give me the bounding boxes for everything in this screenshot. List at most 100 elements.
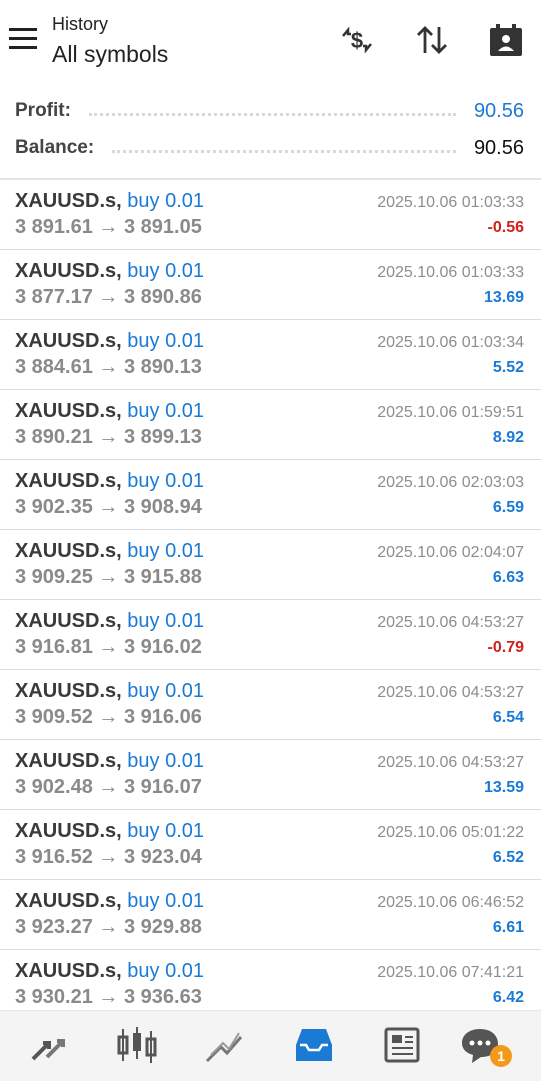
deal-row[interactable]: XAUUSD.s, buy 0.01 3 923.27 → 3 929.88 202… (0, 880, 541, 950)
symbol-name: XAUUSD.s, (15, 260, 122, 282)
symbol-name: XAUUSD.s, (15, 680, 122, 702)
deal-profit: -0.56 (487, 219, 524, 236)
deal-symbol: XAUUSD.s, buy 0.01 (15, 400, 204, 423)
deal-side: buy 0.01 (127, 330, 204, 352)
balance-value: 90.56 (473, 136, 524, 159)
arrow: → (98, 286, 119, 308)
balance-label: Balance: (15, 137, 95, 158)
candlestick-chart-icon[interactable] (115, 1025, 159, 1065)
arrow: → (98, 916, 119, 938)
deal-side: buy 0.01 (127, 470, 204, 492)
dotted-leader (112, 149, 456, 153)
calendar-period-icon[interactable] (488, 22, 524, 58)
symbol-name: XAUUSD.s, (15, 540, 122, 562)
open-price: 3 890.21 (15, 426, 93, 448)
deal-symbol: XAUUSD.s, buy 0.01 (15, 610, 204, 633)
deal-time: 2025.10.06 02:03:03 (377, 474, 524, 491)
deal-time: 2025.10.06 01:59:51 (377, 404, 524, 421)
deal-profit: 6.54 (492, 709, 524, 726)
deal-time: 2025.10.06 07:41:21 (377, 964, 524, 981)
open-price: 3 902.48 (15, 776, 93, 798)
arrow: → (98, 636, 119, 658)
close-price: 3 908.94 (123, 496, 202, 518)
deal-time: 2025.10.06 04:53:27 (377, 614, 524, 631)
profit-label: Profit: (15, 100, 71, 121)
deal-row[interactable]: XAUUSD.s, buy 0.01 3 902.35 → 3 908.94 202… (0, 460, 541, 530)
deal-row[interactable]: XAUUSD.s, buy 0.01 3 902.48 → 3 916.07 202… (0, 740, 541, 810)
deal-profit: 6.61 (492, 919, 524, 936)
messages-icon[interactable]: 1 (460, 1025, 512, 1067)
news-icon[interactable] (380, 1025, 424, 1065)
close-price: 3 890.86 (123, 286, 202, 308)
deal-row[interactable]: XAUUSD.s, buy 0.01 3 877.17 → 3 890.86 202… (0, 250, 541, 320)
deal-side: buy 0.01 (127, 610, 204, 632)
currency-exchange-icon[interactable]: $ (339, 22, 375, 58)
deal-symbol: XAUUSD.s, buy 0.01 (15, 890, 204, 913)
deal-row[interactable]: XAUUSD.s, buy 0.01 3 884.61 → 3 890.13 202… (0, 320, 541, 390)
close-price: 3 916.07 (123, 776, 202, 798)
open-price: 3 902.35 (15, 496, 93, 518)
deal-prices: 3 891.61 → 3 891.05 (15, 216, 202, 239)
history-tray-icon[interactable] (292, 1025, 336, 1065)
deal-row[interactable]: XAUUSD.s, buy 0.01 3 909.52 → 3 916.06 202… (0, 670, 541, 740)
open-price: 3 909.25 (15, 566, 93, 588)
deal-symbol: XAUUSD.s, buy 0.01 (15, 750, 204, 773)
symbol-name: XAUUSD.s, (15, 400, 122, 422)
deal-row[interactable]: XAUUSD.s, buy 0.01 3 930.21 → 3 936.63 202… (0, 950, 541, 1010)
deal-row[interactable]: XAUUSD.s, buy 0.01 3 909.25 → 3 915.88 202… (0, 530, 541, 600)
deal-side: buy 0.01 (127, 820, 204, 842)
symbol-name: XAUUSD.s, (15, 330, 122, 352)
deal-row[interactable]: XAUUSD.s, buy 0.01 3 890.21 → 3 899.13 202… (0, 390, 541, 460)
deal-prices: 3 909.25 → 3 915.88 (15, 566, 202, 589)
deal-time: 2025.10.06 02:04:07 (377, 544, 524, 561)
symbol-name: XAUUSD.s, (15, 610, 122, 632)
arrow: → (98, 356, 119, 378)
deal-row[interactable]: XAUUSD.s, buy 0.01 3 891.61 → 3 891.05 202… (0, 180, 541, 250)
header-subtitle: History (52, 14, 109, 34)
close-price: 3 936.63 (123, 986, 202, 1008)
deal-side: buy 0.01 (127, 960, 204, 982)
deal-profit: -0.79 (487, 639, 524, 656)
header-title[interactable]: All symbols (52, 41, 168, 68)
deal-side: buy 0.01 (127, 190, 204, 212)
deal-symbol: XAUUSD.s, buy 0.01 (15, 820, 204, 843)
symbol-name: XAUUSD.s, (15, 820, 122, 842)
deal-row[interactable]: XAUUSD.s, buy 0.01 3 916.52 → 3 923.04 202… (0, 810, 541, 880)
arrow: → (98, 496, 119, 518)
deal-side: buy 0.01 (127, 540, 204, 562)
deal-time: 2025.10.06 01:03:33 (377, 194, 524, 211)
account-summary: Profit: 90.56 Balance: 90.56 (0, 96, 541, 178)
open-price: 3 909.52 (15, 706, 93, 728)
deal-profit: 6.42 (492, 989, 524, 1006)
deal-side: buy 0.01 (127, 260, 204, 282)
deal-prices: 3 884.61 → 3 890.13 (15, 356, 202, 379)
symbol-name: XAUUSD.s, (15, 190, 122, 212)
deals-list[interactable]: XAUUSD.s, buy 0.01 3 891.61 → 3 891.05 202… (0, 180, 541, 1010)
arrow: → (98, 846, 119, 868)
open-price: 3 891.61 (15, 216, 93, 238)
deal-prices: 3 890.21 → 3 899.13 (15, 426, 202, 449)
deal-prices: 3 902.48 → 3 916.07 (15, 776, 202, 799)
quotes-arrows-icon[interactable] (27, 1025, 71, 1065)
deal-time: 2025.10.06 01:03:33 (377, 264, 524, 281)
close-price: 3 890.13 (123, 356, 202, 378)
close-price: 3 899.13 (123, 426, 202, 448)
deal-prices: 3 923.27 → 3 929.88 (15, 916, 202, 939)
close-price: 3 916.06 (123, 706, 202, 728)
deal-time: 2025.10.06 04:53:27 (377, 684, 524, 701)
menu-icon[interactable] (9, 28, 37, 52)
arrow: → (98, 426, 119, 448)
profit-value: 90.56 (473, 99, 524, 122)
symbol-name: XAUUSD.s, (15, 750, 122, 772)
deal-row[interactable]: XAUUSD.s, buy 0.01 3 916.81 → 3 916.02 202… (0, 600, 541, 670)
deal-prices: 3 916.52 → 3 923.04 (15, 846, 202, 869)
deal-symbol: XAUUSD.s, buy 0.01 (15, 330, 204, 353)
deal-prices: 3 916.81 → 3 916.02 (15, 636, 202, 659)
deal-profit: 6.63 (492, 569, 524, 586)
trend-chart-icon[interactable] (203, 1025, 247, 1065)
arrow: → (98, 216, 119, 238)
deal-symbol: XAUUSD.s, buy 0.01 (15, 680, 204, 703)
deal-profit: 6.59 (492, 499, 524, 516)
balance-row: Balance: 90.56 (15, 133, 524, 163)
sort-icon[interactable] (414, 22, 450, 58)
